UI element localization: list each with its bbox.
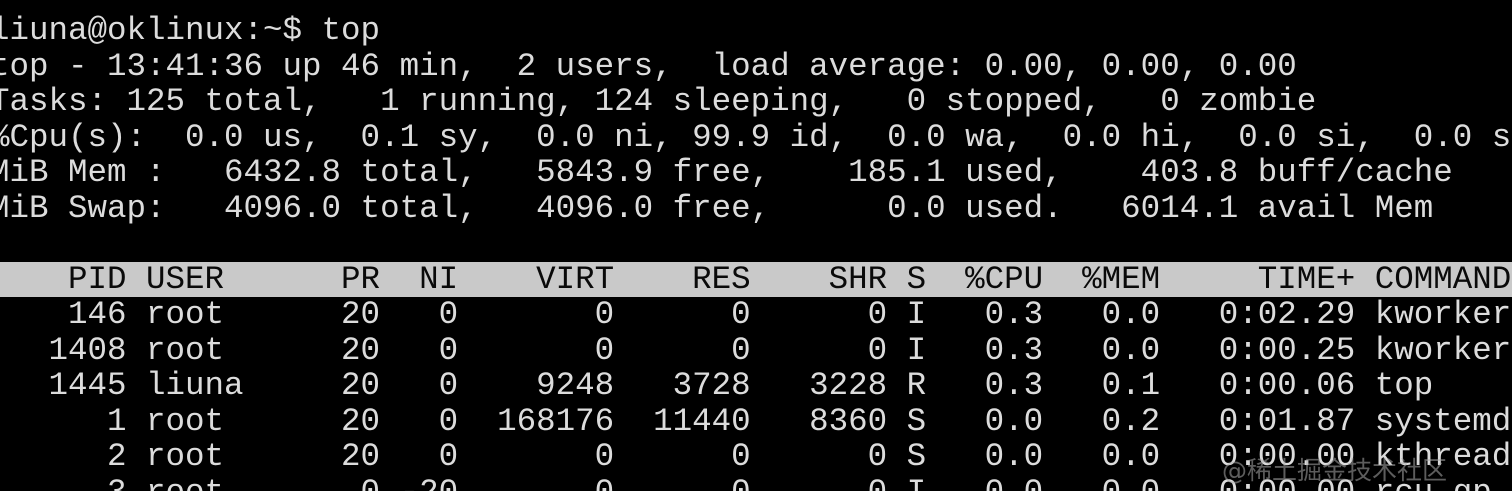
uptime-line: top - 13:41:36 up 46 min, 2 users, load … [0,47,1297,85]
swap-line: MiB Swap: 4096.0 total, 4096.0 free, 0.0… [0,189,1434,227]
terminal-screen[interactable]: liuna@oklinux:~$ top top - 13:41:36 up 4… [0,0,1512,491]
prompt-line: liuna@oklinux:~$ top [0,12,381,49]
process-row: 1 root 20 0 168176 11440 8360 S 0.0 0.2 … [0,402,1512,440]
tasks-line: Tasks: 125 total, 1 running, 124 sleepin… [0,83,1317,120]
process-row: 1445 liuna 20 0 9248 3728 3228 R 0.3 0.1… [0,367,1512,404]
terminal-output: liuna@oklinux:~$ top top - 13:41:36 up 4… [0,13,1512,491]
mem-line: MiB Mem : 6432.8 total, 5843.9 free, 185… [0,154,1453,191]
table-header-row: PID USER PR NI VIRT RES SHR S %CPU %MEM … [0,261,1512,297]
process-row: 146 root 20 0 0 0 0 I 0.3 0.0 0:02.29 kw… [0,296,1512,333]
cpu-line: %Cpu(s): 0.0 us, 0.1 sy, 0.0 ni, 99.9 id… [0,118,1512,156]
process-row: 1408 root 20 0 0 0 0 I 0.3 0.0 0:00.25 k… [0,331,1512,369]
watermark: @稀土掘金技术社区 [1222,456,1448,485]
